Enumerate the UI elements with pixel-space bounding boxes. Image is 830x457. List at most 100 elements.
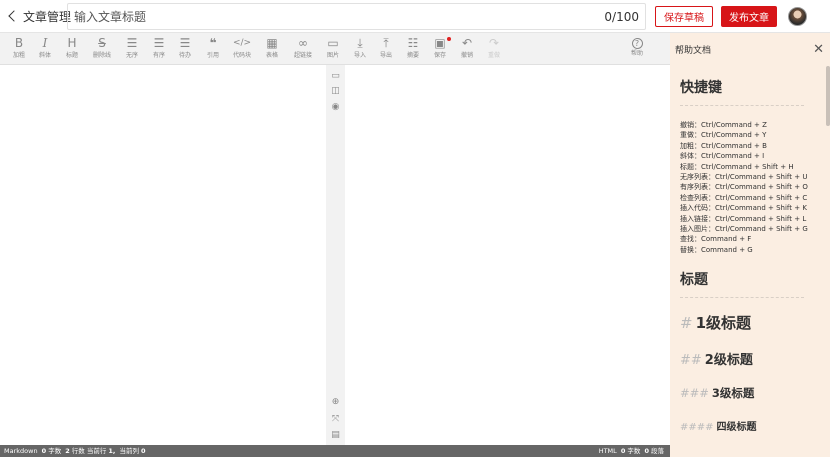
preview-eye-icon[interactable]: ◉: [330, 102, 341, 113]
title-field-wrapper: 0/100: [67, 3, 646, 30]
hyperlink-label: 超链接: [293, 52, 312, 59]
markdown-line-count: 2: [65, 447, 70, 455]
save-label: 保存: [433, 52, 446, 59]
ordered-list-label: 有序: [152, 52, 165, 59]
layout-top-icon[interactable]: ▭: [330, 71, 341, 82]
shortcut-item: 无序列表：Ctrl/Command + Shift + U: [680, 173, 808, 182]
title-char-counter: 0/100: [604, 9, 639, 24]
help-content: 快捷键 撤销：Ctrl/Command + Z 重做：Ctrl/Command …: [670, 77, 830, 433]
shortcut-item: 插入链接：Ctrl/Command + Shift + L: [680, 214, 807, 223]
markdown-editor-pane[interactable]: [0, 65, 326, 445]
fullscreen-icon[interactable]: ⤧: [330, 414, 341, 425]
h4-example: #### 四级标题: [680, 422, 757, 434]
html-paragraph-count: 0: [644, 447, 649, 455]
export-label: 导出: [379, 52, 392, 59]
close-icon[interactable]: ✕: [813, 42, 824, 57]
link-icon: ∞: [298, 36, 308, 50]
cursor-row: 1,: [108, 447, 116, 455]
italic-label: 斜体: [38, 52, 51, 59]
quote-button[interactable]: ❝ 引用: [200, 36, 226, 64]
help-panel: 帮助文档 ✕ 快捷键 撤销：Ctrl/Command + Z 重做：Ctrl/C…: [670, 33, 830, 457]
markdown-word-label: 字数: [48, 447, 62, 455]
headings-heading: 标题: [680, 272, 708, 289]
code-block-label: 代码块: [232, 52, 251, 59]
h3-example: ### 3级标题: [680, 386, 755, 401]
help-icon: ?: [631, 38, 643, 49]
markdown-word-count: 0: [41, 447, 47, 455]
shortcut-item: 标题：Ctrl/Command + Shift + H: [680, 162, 794, 171]
shortcut-item: 加粗：Ctrl/Command + B: [680, 141, 767, 150]
unordered-list-button[interactable]: ☰ 无序: [119, 36, 145, 64]
shortcuts-heading: 快捷键: [680, 80, 722, 96]
html-preview-pane: [345, 65, 670, 445]
html-paragraph-label: 段落: [651, 447, 664, 455]
strikethrough-icon: S: [98, 36, 106, 50]
code-block-button[interactable]: </> 代码块: [229, 36, 255, 64]
cursor-col-label: 当前列: [119, 447, 139, 455]
help-button[interactable]: ? 帮助: [624, 36, 650, 64]
shortcut-item: 替换：Command + G: [680, 245, 753, 254]
save-draft-button[interactable]: 保存草稿: [655, 6, 713, 27]
help-panel-header: 帮助文档 ✕: [670, 33, 830, 65]
table-button[interactable]: ▦ 表格: [259, 36, 285, 64]
cursor-col: 0: [140, 447, 146, 455]
hyperlink-button[interactable]: ∞ 超链接: [290, 36, 316, 64]
user-avatar[interactable]: [788, 7, 807, 26]
h2-example: ## 2级标题: [680, 353, 753, 369]
checklist-icon: ☰: [179, 36, 191, 50]
chevron-left-icon: [8, 10, 20, 22]
markdown-line-label: 行数: [71, 447, 85, 455]
shortcut-list: 撤销：Ctrl/Command + Z 重做：Ctrl/Command + Y …: [680, 120, 820, 255]
redo-button[interactable]: ↷ 重做: [481, 36, 507, 64]
help-panel-title: 帮助文档: [675, 45, 712, 56]
section-divider: [680, 297, 804, 299]
back-label: 文章管理: [23, 9, 72, 24]
export-button[interactable]: ⤒ 导出: [373, 36, 399, 64]
markdown-toolbar: B 加粗 I 斜体 H 标题 S 删除线 ☰ 无序 ☰ 有序 ☰ 待办 ❝ 引用…: [0, 33, 670, 65]
quote-icon: ❝: [209, 36, 217, 50]
import-label: 导入: [353, 52, 366, 59]
unsaved-dot-icon: [447, 37, 451, 41]
todo-list-button[interactable]: ☰ 待办: [172, 36, 198, 64]
shortcut-item: 撤销：Ctrl/Command + Z: [680, 121, 767, 129]
shortcut-item: 有序列表：Ctrl/Command + Shift + O: [680, 183, 808, 192]
help-label: 帮助: [630, 50, 643, 57]
import-button[interactable]: ⤓ 导入: [347, 36, 373, 64]
undo-button[interactable]: ↶ 撤销: [454, 36, 480, 64]
code-icon: </>: [232, 38, 252, 48]
table-label: 表格: [265, 52, 278, 59]
image-icon: ▭: [327, 36, 339, 50]
split-view-icon[interactable]: ◫: [330, 86, 341, 97]
html-mode-label: HTML: [598, 447, 617, 455]
h1-example: #1级标题: [680, 314, 752, 333]
pane-divider: ▭ ◫ ◉ ⊕ ⤧ ▤: [326, 65, 345, 445]
toc-icon[interactable]: ▤: [330, 430, 341, 441]
bold-button[interactable]: B 加粗: [6, 36, 32, 64]
back-to-article-management[interactable]: 文章管理: [0, 0, 71, 33]
help-scrollbar[interactable]: [826, 66, 830, 126]
cursor-row-label: 当前行: [86, 447, 107, 455]
bold-icon: B: [14, 36, 24, 50]
ordered-list-button[interactable]: ☰ 有序: [146, 36, 172, 64]
heading-icon: H: [67, 36, 77, 50]
italic-button[interactable]: I 斜体: [32, 36, 58, 64]
sync-scroll-icon[interactable]: ⊕: [330, 397, 341, 408]
shortcut-item: 重做：Ctrl/Command + Y: [680, 131, 767, 140]
strikethrough-button[interactable]: S 删除线: [89, 36, 115, 64]
shortcut-item: 斜体：Ctrl/Command + I: [680, 152, 765, 161]
summary-button[interactable]: ☷ 摘要: [400, 36, 426, 64]
ordered-list-icon: ☰: [153, 36, 165, 50]
article-title-input[interactable]: [68, 4, 605, 29]
heading-label: 标题: [65, 52, 78, 59]
markdown-mode-label: Markdown: [4, 447, 38, 455]
export-icon: ⤒: [383, 36, 389, 50]
shortcut-item: 查找：Command + F: [680, 235, 752, 244]
save-icon: ▣: [434, 36, 446, 50]
undo-label: 撤销: [460, 52, 473, 59]
heading-button[interactable]: H 标题: [59, 36, 85, 64]
table-icon: ▦: [266, 36, 278, 50]
publish-article-button[interactable]: 发布文章: [721, 6, 777, 27]
shortcut-item: 插入图片：Ctrl/Command + Shift + G: [680, 225, 808, 234]
save-button[interactable]: ▣ 保存: [427, 36, 453, 64]
image-button[interactable]: ▭ 图片: [320, 36, 346, 64]
